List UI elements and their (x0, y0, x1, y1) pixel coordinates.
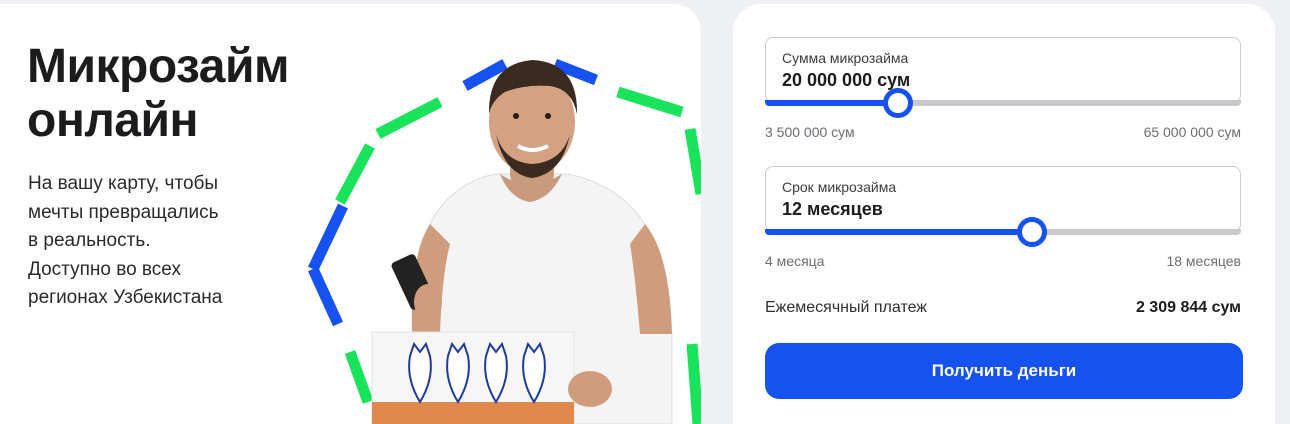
term-field[interactable]: Срок микрозайма 12 месяцев (765, 166, 1241, 232)
term-max-label: 18 месяцев (1166, 253, 1241, 269)
subtitle-line: в реальность. (28, 230, 151, 251)
get-money-button[interactable]: Получить деньги (765, 343, 1243, 399)
term-slider-handle[interactable] (1016, 217, 1047, 247)
term-slider-fill (765, 229, 1032, 235)
amount-min-label: 3 500 000 сум (765, 124, 855, 140)
amount-slider-handle[interactable] (883, 88, 914, 118)
monthly-payment-value: 2 309 844 сум (1135, 299, 1241, 316)
amount-field[interactable]: Сумма микрозайма 20 000 000 сум (765, 37, 1241, 103)
subtitle-line: Доступно во всех (28, 258, 181, 280)
term-min-label: 4 месяца (765, 253, 825, 269)
hero-card: Микрозайм онлайн На вашу карту, чтобы ме… (0, 4, 701, 424)
loan-calculator: Сумма микрозайма 20 000 000 сум 3 500 00… (733, 4, 1275, 424)
amount-max-label: 65 000 000 сум (1143, 124, 1241, 140)
monthly-payment-label: Ежемесячный платеж (765, 299, 928, 316)
term-slider[interactable] (765, 217, 1241, 247)
amount-slider[interactable] (765, 88, 1241, 118)
subtitle-line: мечты превращались (28, 201, 219, 223)
title-line-2: онлайн (27, 94, 198, 147)
subtitle-line: На вашу карту, чтобы (28, 173, 219, 194)
amount-slider-fill (765, 100, 899, 106)
title-line-1: Микрозайм (27, 40, 289, 93)
hero-subtitle: На вашу карту, чтобы мечты превращались … (28, 170, 288, 313)
term-field-value[interactable]: 12 месяцев (782, 199, 883, 220)
term-field-label: Срок микрозайма (782, 179, 897, 195)
page-title: Микрозайм онлайн (27, 40, 289, 148)
subtitle-line: регионах Узбекистана (28, 287, 223, 308)
amount-field-label: Сумма микрозайма (782, 50, 909, 66)
amount-field-value[interactable]: 20 000 000 сум (782, 70, 910, 91)
hero-illustration (307, 58, 701, 424)
